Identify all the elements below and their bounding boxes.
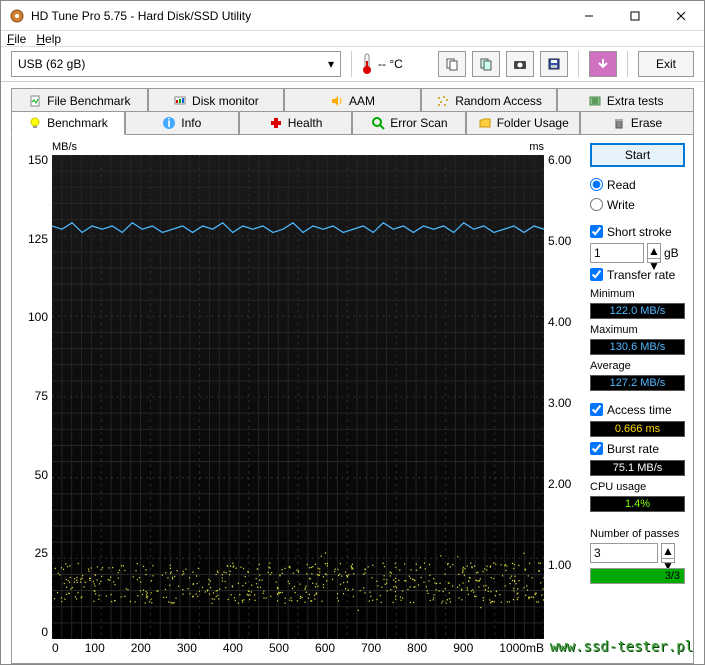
tab-info[interactable]: iInfo [125,111,239,135]
passes-spinner[interactable]: ▲▼ [661,543,675,563]
exit-button[interactable]: Exit [638,51,694,77]
menu-help[interactable]: Help [36,32,61,46]
tab-disk-monitor[interactable]: Disk monitor [148,88,285,112]
cpu-usage-label: CPU usage [590,481,685,493]
chart-area: 150 125 100 75 50 25 0 MB/s ms [20,143,580,655]
tab-aam[interactable]: AAM [284,88,421,112]
average-value: 127.2 MB/s [590,375,685,391]
random-icon [436,94,450,108]
start-button[interactable]: Start [590,143,685,167]
window-title: HD Tune Pro 5.75 - Hard Disk/SSD Utility [31,9,566,23]
average-label: Average [590,360,685,372]
minimize-button[interactable] [566,1,612,31]
drive-selector[interactable]: USB (62 gB) ▾ [11,51,341,77]
folder-icon [478,116,492,130]
app-icon [9,8,25,24]
read-radio[interactable]: Read [590,176,685,193]
benchmark-chart [52,155,544,639]
maximum-value: 130.6 MB/s [590,339,685,355]
monitor-icon [173,94,187,108]
close-button[interactable] [658,1,704,31]
maximize-button[interactable] [612,1,658,31]
tab-row-top: File Benchmark Disk monitor AAM Random A… [11,88,694,112]
health-icon [269,116,283,130]
thermometer-icon [362,53,372,75]
chart-box: MB/s ms [52,143,544,653]
separator [578,51,579,77]
minimum-value: 122.0 MB/s [590,303,685,319]
chart-wrap: 150 125 100 75 50 25 0 MB/s ms [20,143,580,653]
drive-selector-text: USB (62 gB) [18,57,85,71]
cpu-usage-value: 1.4% [590,496,685,512]
menu-file[interactable]: File [7,32,26,46]
tab-row-bottom: Benchmark iInfo Health Error Scan Folder… [11,111,694,135]
y-left-labels: 150 125 100 75 50 25 0 [20,143,52,653]
y-right-labels: 6.00 5.00 4.00 3.00 2.00 1.00 [544,143,580,653]
magnifier-icon [371,116,385,130]
titlebar: HD Tune Pro 5.75 - Hard Disk/SSD Utility [1,1,704,31]
tab-erase[interactable]: Erase [580,111,694,135]
tab-error-scan[interactable]: Error Scan [352,111,466,135]
speaker-icon [330,94,344,108]
toolbar: USB (62 gB) ▾ -- °C Exit [1,47,704,82]
tabs-area: File Benchmark Disk monitor AAM Random A… [1,82,704,664]
temperature-value: -- °C [378,57,403,71]
minimum-label: Minimum [590,288,685,300]
write-radio[interactable]: Write [590,196,685,213]
options-button[interactable] [589,51,617,77]
access-time-check[interactable]: Access time [590,401,685,418]
separator [351,51,352,77]
chart-right-unit: ms [529,141,544,153]
watermark: www.ssd-tester.pl [550,639,693,655]
tab-file-benchmark[interactable]: File Benchmark [11,88,148,112]
transfer-rate-check[interactable]: Transfer rate [590,266,685,283]
tab-health[interactable]: Health [239,111,353,135]
copy-screenshot-button[interactable] [472,51,500,77]
svg-text:i: i [168,116,171,130]
maximum-label: Maximum [590,324,685,336]
progress-bar: 3/3 [590,568,685,584]
info-icon: i [162,116,176,130]
trash-icon [612,116,626,130]
separator [627,51,628,77]
progress-text: 3/3 [665,569,680,583]
tab-random-access[interactable]: Random Access [421,88,558,112]
short-stroke-check[interactable]: Short stroke [590,223,685,240]
file-icon [28,94,42,108]
short-stroke-input[interactable] [590,243,644,263]
tab-content: 150 125 100 75 50 25 0 MB/s ms [11,134,694,664]
passes-spin: ▲▼ [590,543,685,563]
access-time-value: 0.666 ms [590,421,685,437]
burst-rate-check[interactable]: Burst rate [590,440,685,457]
short-stroke-spinner[interactable]: ▲▼ [647,243,661,263]
chart-left-unit: MB/s [52,141,77,153]
extra-icon [588,94,602,108]
passes-label: Number of passes [590,528,685,540]
tab-benchmark[interactable]: Benchmark [11,111,125,135]
tab-folder-usage[interactable]: Folder Usage [466,111,580,135]
copy-info-button[interactable] [438,51,466,77]
bulb-icon [28,116,42,130]
short-stroke-spin: ▲▼ gB [590,243,685,263]
chevron-down-icon: ▾ [328,57,334,71]
tab-extra-tests[interactable]: Extra tests [557,88,694,112]
side-panel: Start Read Write Short stroke ▲▼ gB Tran… [580,143,685,655]
burst-rate-value: 75.1 MB/s [590,460,685,476]
passes-input[interactable] [590,543,658,563]
app-window: HD Tune Pro 5.75 - Hard Disk/SSD Utility… [0,0,705,665]
screenshot-button[interactable] [506,51,534,77]
save-button[interactable] [540,51,568,77]
menubar: File Help [1,31,704,47]
